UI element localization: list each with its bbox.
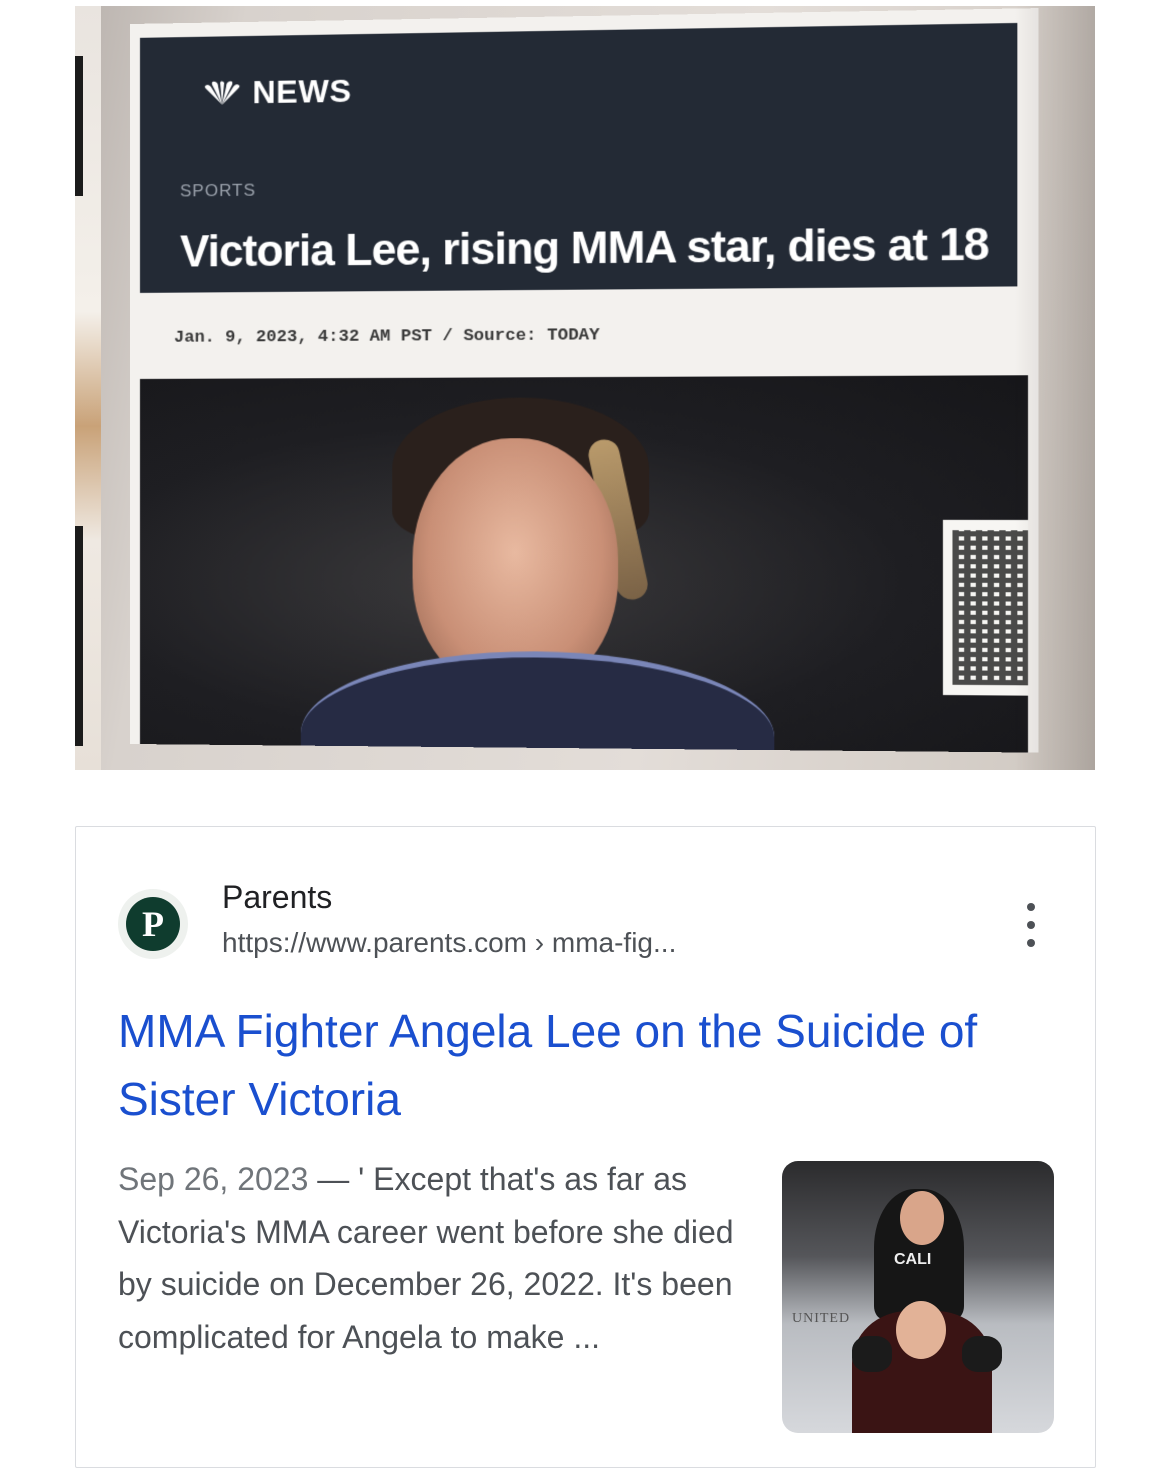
peacock-icon	[200, 80, 244, 107]
photo-shadow	[1015, 6, 1095, 770]
thumbnail-glove-left	[852, 1336, 892, 1372]
site-name[interactable]: Parents	[222, 879, 332, 916]
favicon-letter: P	[126, 897, 180, 951]
printed-article: NEWS SPORTS Victoria Lee, rising MMA sta…	[130, 8, 1039, 752]
thumbnail-shirt-text: CALI	[894, 1251, 931, 1269]
thumbnail-face-top	[900, 1191, 944, 1245]
kebab-dot	[1027, 903, 1035, 911]
article-photo	[140, 375, 1028, 752]
result-thumbnail[interactable]: UNITED CALI	[782, 1161, 1054, 1433]
more-options-icon[interactable]	[1016, 903, 1046, 947]
article-section-label: SPORTS	[180, 181, 256, 202]
thumbnail-wall-text: UNITED	[792, 1311, 850, 1327]
article-dateline: Jan. 9, 2023, 4:32 AM PST / Source: TODA…	[174, 326, 600, 348]
site-url[interactable]: https://www.parents.com › mma-fig...	[222, 927, 676, 959]
result-title-link[interactable]: MMA Fighter Angela Lee on the Suicide of…	[118, 1005, 977, 1125]
photo-left-dark-edge	[75, 56, 83, 196]
thumbnail-glove-right	[962, 1336, 1002, 1372]
news-logo: NEWS	[200, 73, 351, 112]
kebab-dot	[1027, 921, 1035, 929]
article-headline: Victoria Lee, rising MMA star, dies at 1…	[180, 219, 1017, 277]
thumbnail-face-bottom	[896, 1301, 946, 1359]
snippet-date: Sep 26, 2023	[118, 1161, 308, 1197]
result-snippet: Sep 26, 2023 — ' Except that's as far as…	[118, 1153, 758, 1363]
photo-left-dark-edge-lower	[75, 526, 83, 746]
kebab-dot	[1027, 939, 1035, 947]
news-photo: NEWS SPORTS Victoria Lee, rising MMA sta…	[75, 6, 1095, 770]
news-brand-text: NEWS	[252, 73, 351, 112]
article-header-band: NEWS SPORTS Victoria Lee, rising MMA sta…	[140, 23, 1017, 293]
site-favicon[interactable]: P	[118, 889, 188, 959]
result-title: MMA Fighter Angela Lee on the Suicide of…	[118, 997, 1058, 1133]
search-result-card: P Parents https://www.parents.com › mma-…	[75, 826, 1096, 1468]
photo-shirt	[301, 650, 774, 752]
